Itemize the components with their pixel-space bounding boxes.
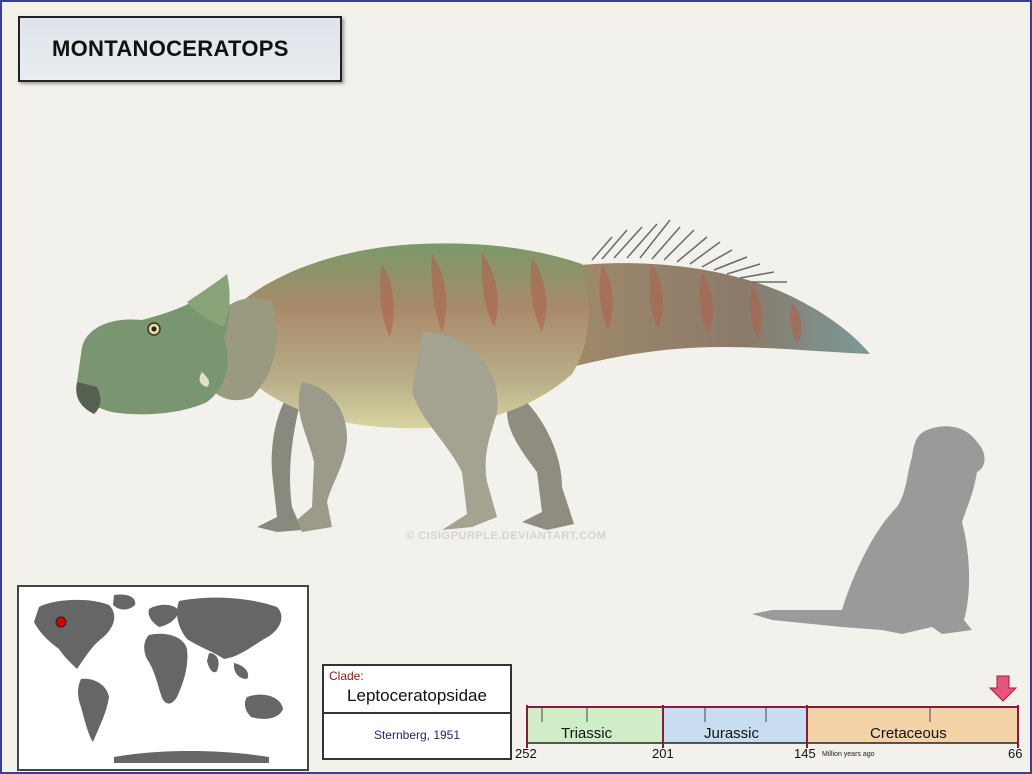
far-hind-leg bbox=[507, 397, 574, 530]
arrow-down-icon bbox=[988, 675, 1018, 702]
period-cretaceous: Cretaceous bbox=[870, 725, 947, 742]
clade-box: Clade: Leptoceratopsidae Sternberg, 1951 bbox=[322, 664, 512, 760]
geologic-timeline: Triassic Jurassic Cretaceous 252 201 145… bbox=[515, 672, 1024, 772]
tick-label-66: 66 bbox=[1008, 746, 1023, 761]
period-triassic: Triassic bbox=[561, 725, 613, 742]
watermark: © CISIGPURPLE.DEVIANTART.COM bbox=[406, 530, 607, 542]
southeast-asia bbox=[233, 663, 249, 679]
continents bbox=[34, 594, 283, 763]
tick-label-252: 252 bbox=[515, 746, 537, 761]
divider bbox=[324, 712, 510, 714]
dog-silhouette bbox=[752, 426, 985, 634]
europe bbox=[148, 604, 179, 627]
india bbox=[207, 653, 219, 673]
africa bbox=[144, 633, 188, 704]
tick-label-145: 145 bbox=[794, 746, 816, 761]
location-marker-icon bbox=[55, 616, 67, 628]
antarctica bbox=[114, 751, 269, 763]
poster-frame: MONTANOCERATOPS © CISIGPURPLE.DEVIANTART… bbox=[0, 0, 1032, 774]
world-map bbox=[17, 585, 309, 771]
far-front-leg bbox=[257, 397, 302, 532]
clade-name: Leptoceratopsidae bbox=[347, 686, 487, 705]
clade-label: Clade: bbox=[329, 669, 364, 683]
greenland bbox=[113, 594, 136, 610]
pupil bbox=[151, 326, 157, 332]
south-america bbox=[78, 678, 109, 742]
australia bbox=[244, 694, 283, 719]
tick-label-201: 201 bbox=[652, 746, 674, 761]
period-jurassic: Jurassic bbox=[704, 725, 760, 742]
north-america bbox=[34, 599, 115, 669]
unit-label: Million years ago bbox=[822, 751, 875, 758]
clade-author: Sternberg, 1951 bbox=[373, 728, 461, 742]
asia bbox=[176, 597, 282, 659]
